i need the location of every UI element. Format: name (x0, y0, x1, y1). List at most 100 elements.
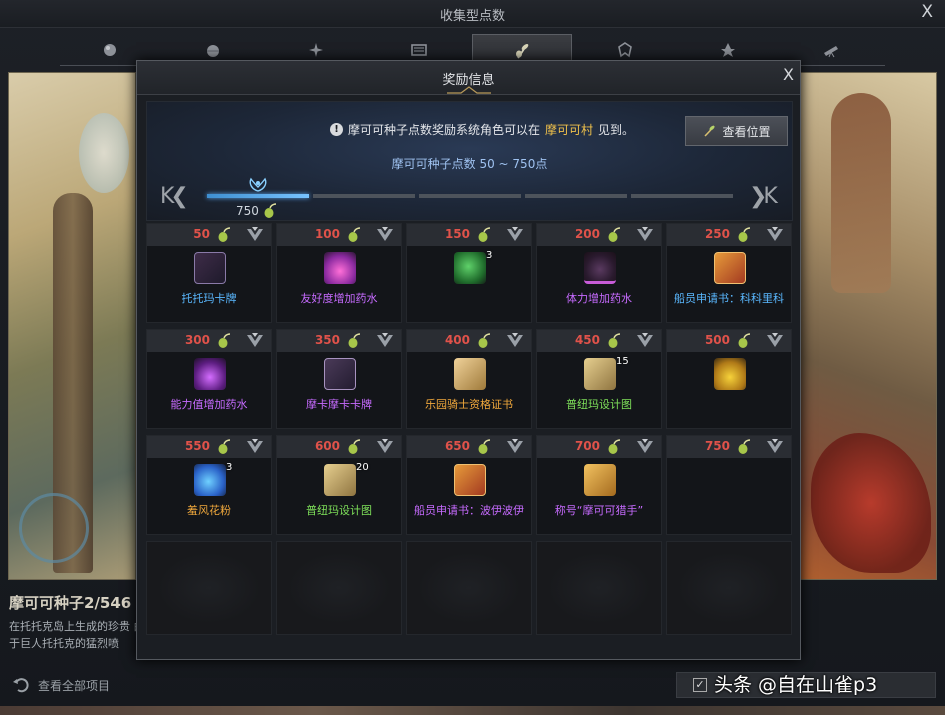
red-scroll-icon[interactable] (454, 464, 486, 496)
reward-info-dialog: 奖励信息 X ! 摩可可种子点数奖励系统角色可以在 摩可可村 见到。 查看位置 摩可… (136, 60, 801, 660)
notice-highlight: 摩可可村 (545, 123, 594, 137)
reward-item-name: 乐园骑士资格证书 (425, 398, 513, 411)
reward-slot[interactable]: 600 20 普纽玛设计图 (276, 435, 402, 535)
reward-badge-icon (375, 226, 395, 244)
reward-item-name: 船员申请书：波伊波伊 (414, 504, 524, 517)
reward-badge-icon (765, 332, 785, 350)
progress-marker-icon (249, 177, 267, 192)
reward-slot-header: 200 (537, 224, 661, 246)
dark-potion-icon[interactable] (584, 252, 616, 284)
first-page-button[interactable]: K❮ (160, 186, 189, 208)
reward-badge-icon (505, 438, 525, 456)
reward-slot-header: 450 (537, 330, 661, 352)
progress-segment[interactable] (525, 194, 627, 198)
reward-slot-header: 400 (407, 330, 531, 352)
reward-item-name: 普纽玛设计图 (566, 398, 632, 411)
progress-segment[interactable] (419, 194, 521, 198)
reward-slot[interactable]: 100 友好度增加药水 (276, 223, 402, 323)
leaf-icon (721, 43, 735, 57)
reward-slot[interactable]: 300 能力值增加药水 (146, 329, 272, 429)
window-title: 收集型点数 (439, 9, 505, 24)
empty-reward-slot (536, 541, 662, 635)
pink-potion-icon[interactable] (324, 252, 356, 284)
empty-reward-slot (276, 541, 402, 635)
reward-points: 200 (574, 227, 600, 241)
map-icon[interactable] (584, 358, 616, 390)
last-page-button[interactable]: ❯K (749, 186, 778, 208)
reward-item-name: 普纽玛设计图 (306, 504, 372, 517)
reward-badge-icon (635, 438, 655, 456)
progress-segment[interactable] (207, 194, 309, 198)
reward-slot[interactable]: 450 15 普纽玛设计图 (536, 329, 662, 429)
map-icon[interactable] (324, 464, 356, 496)
sphere-icon (207, 45, 219, 57)
notice-text: ! 摩可可种子点数奖励系统角色可以在 摩可可村 见到。 (330, 121, 634, 138)
reward-slot-header: 350 (277, 330, 401, 352)
reward-points: 150 (444, 227, 470, 241)
selected-item-name: 摩可可种子2/546 (9, 594, 132, 612)
card-icon[interactable] (324, 358, 356, 390)
view-location-label: 查看位置 (722, 124, 771, 139)
points-progress-bar (207, 194, 737, 198)
green-book-icon[interactable] (454, 252, 486, 284)
reward-points: 250 (704, 227, 730, 241)
reward-points: 300 (184, 333, 210, 347)
reward-slot[interactable]: 250 船员申请书：科科里科 (666, 223, 792, 323)
reward-slot[interactable]: 650 船员申请书：波伊波伊 (406, 435, 532, 535)
reward-slot[interactable]: 500 (666, 329, 792, 429)
reward-points: 550 (184, 439, 210, 453)
certificate-icon[interactable] (454, 358, 486, 390)
reward-points: 350 (314, 333, 340, 347)
current-points: 750 (236, 203, 277, 219)
powder-icon[interactable] (194, 464, 226, 496)
info-icon: ! (330, 123, 343, 136)
reward-badge-icon (635, 226, 655, 244)
reward-points: 450 (574, 333, 600, 347)
purple-potion-icon[interactable] (194, 358, 226, 390)
seed-icon (477, 439, 491, 455)
view-location-button[interactable]: 查看位置 (685, 116, 788, 146)
item-count: 20 (356, 462, 369, 473)
card-icon[interactable] (194, 252, 226, 284)
sprout-icon (516, 43, 529, 59)
reward-slot[interactable]: 700 称号“摩可可猎手” (536, 435, 662, 535)
treasure-chest-icon[interactable] (714, 358, 746, 390)
reward-slot[interactable]: 750 (666, 435, 792, 535)
red-scroll-icon[interactable] (714, 252, 746, 284)
reward-points: 100 (314, 227, 340, 241)
checkbox[interactable]: ✓ (693, 678, 707, 692)
reward-slot[interactable]: 400 乐园骑士资格证书 (406, 329, 532, 429)
reward-slot[interactable]: 550 3 羞风花粉 (146, 435, 272, 535)
reward-badge-icon (505, 226, 525, 244)
reward-points: 650 (444, 439, 470, 453)
close-icon[interactable]: X (921, 4, 933, 21)
title-scroll-icon[interactable] (584, 464, 616, 496)
seed-icon (737, 439, 751, 455)
reward-slot[interactable]: 200 体力增加药水 (536, 223, 662, 323)
reward-slot-header: 700 (537, 436, 661, 458)
reward-points: 50 (193, 227, 210, 241)
reward-slot-header: 100 (277, 224, 401, 246)
reward-item-name: 摩卡摩卡卡牌 (306, 398, 372, 411)
view-all-items-button[interactable]: 查看全部项目 (12, 676, 110, 694)
dialog-close-icon[interactable]: X (783, 67, 794, 83)
reward-item-name: 托托玛卡牌 (181, 292, 237, 305)
selected-item-description: 在托托克岛上生成的珍贵 由于巨人托托克的猛烈喷 (9, 620, 145, 650)
progress-segment[interactable] (313, 194, 415, 198)
reward-slot-header: 250 (667, 224, 791, 246)
reward-slot[interactable]: 50 托托玛卡牌 (146, 223, 272, 323)
reward-slot-header: 750 (667, 436, 791, 458)
telescope-icon (824, 46, 838, 58)
seed-icon (607, 227, 621, 243)
reward-badge-icon (245, 332, 265, 350)
reward-item-name: 友好度增加药水 (300, 292, 378, 305)
view-all-label: 查看全部项目 (38, 678, 111, 693)
reward-slot[interactable]: 350 摩卡摩卡卡牌 (276, 329, 402, 429)
seed-icon (737, 333, 751, 349)
reward-badge-icon (375, 438, 395, 456)
reward-slot[interactable]: 150 3 (406, 223, 532, 323)
seed-icon (737, 227, 751, 243)
seed-icon (347, 333, 361, 349)
progress-segment[interactable] (631, 194, 733, 198)
reward-badge-icon (245, 438, 265, 456)
